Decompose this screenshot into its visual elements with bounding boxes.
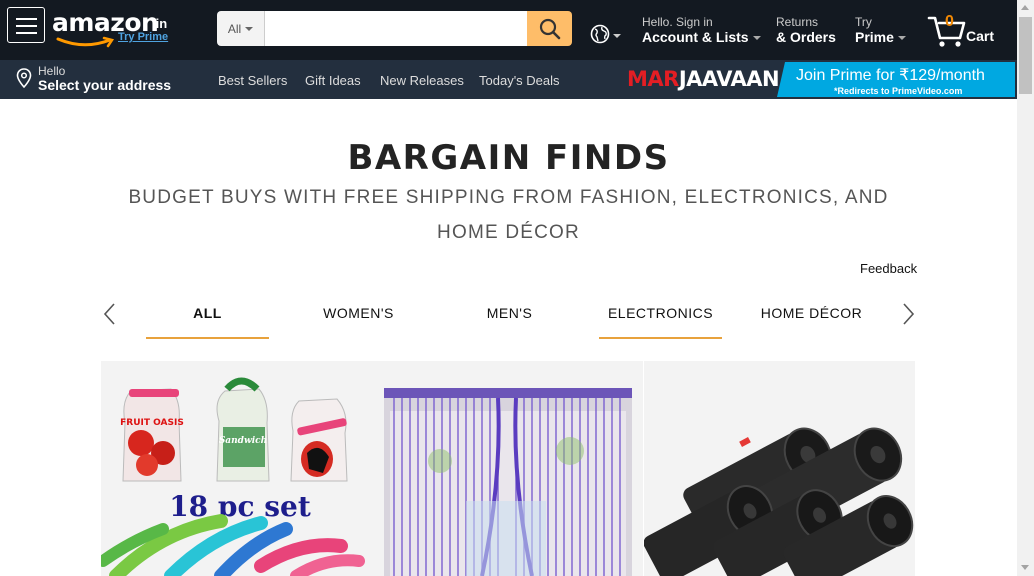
search-input[interactable] [265,11,527,46]
nav-best-sellers[interactable]: Best Sellers [218,73,287,88]
cart-button[interactable]: 0 Cart [927,12,997,48]
tab-electronics[interactable]: ELECTRONICS [599,292,722,339]
smile-arrow-icon [56,36,115,48]
fruit-bag-label: FRUIT OASIS [120,418,184,428]
product-image-text: 18 pc set [169,490,311,523]
try-prime-link[interactable]: Try Prime [118,31,168,43]
marjaavaan-promo-logo[interactable]: MARJAAVAAN [627,67,780,91]
nav-todays-deals[interactable]: Today's Deals [479,73,560,88]
chevron-down-icon [613,34,621,38]
search-bar: All [217,11,572,46]
nav-gift-ideas[interactable]: Gift Ideas [305,73,361,88]
cart-label: Cart [966,28,995,44]
scroll-up-arrow-icon[interactable] [1021,5,1029,10]
chevron-left-icon [103,303,115,325]
location-pin-icon [16,68,32,88]
hamburger-icon [16,18,37,20]
cart-count: 0 [945,13,954,30]
account-lists-menu[interactable]: Hello. Sign in Account & Lists [642,15,761,46]
tab-mens[interactable]: MEN'S [448,292,571,339]
tabs-next-button[interactable] [898,302,918,326]
chevron-down-icon [752,36,761,41]
chevron-down-icon [245,26,254,31]
search-button[interactable] [527,11,572,46]
amazon-logo[interactable]: amazon .in Try Prime [52,8,172,48]
sandwich-bag-label: Sandwich [219,436,267,446]
prime-offer-note: *Redirects to PrimeVideo.com [834,86,963,96]
globe-icon [590,24,610,44]
search-category-dropdown[interactable]: All [217,11,265,46]
feedback-link[interactable]: Feedback [860,261,917,276]
product-image [644,361,915,576]
try-prime-menu[interactable]: Try Prime [855,15,906,46]
tab-womens[interactable]: WOMEN'S [297,292,420,339]
scrollbar-thumb[interactable] [1019,17,1032,94]
menu-button[interactable] [7,7,45,43]
tab-all[interactable]: ALL [146,292,269,339]
logo-suffix: .in [152,16,168,31]
product-image: FRUIT OASIS Sandwich 18 pc set [101,361,370,576]
chevron-right-icon [903,303,915,325]
address-selector[interactable]: Hello Select your address [16,64,186,94]
product-card-bag-clips[interactable]: FRUIT OASIS Sandwich 18 pc set [101,361,370,576]
tab-home-decor[interactable]: HOME DÉCOR [750,292,873,339]
prime-offer-text: Join Prime for ₹129/month [796,67,985,84]
language-selector[interactable] [589,22,623,48]
tabs-prev-button[interactable] [100,302,120,326]
chevron-down-icon [897,36,906,41]
returns-orders-link[interactable]: Returns & Orders [776,15,836,46]
page-subtitle: BUDGET BUYS WITH FREE SHIPPING FROM FASH… [128,187,889,243]
product-card-garbage-bags[interactable] [644,361,915,576]
prime-offer-banner[interactable]: Join Prime for ₹129/month *Redirects to … [777,62,1015,97]
nav-new-releases[interactable]: New Releases [380,73,464,88]
vertical-scrollbar[interactable] [1017,0,1034,576]
product-image [370,361,643,576]
scroll-down-arrow-icon[interactable] [1021,565,1029,570]
product-card-curtain[interactable] [370,361,643,576]
page-title: BARGAIN FINDS [347,138,670,178]
search-icon [539,18,560,39]
